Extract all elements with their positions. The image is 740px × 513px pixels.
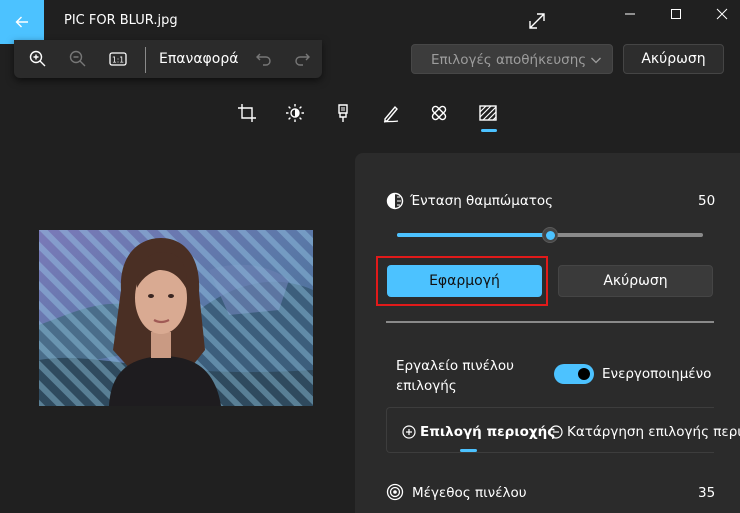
reset-button[interactable]: Επαναφορά <box>159 51 238 67</box>
cancel-button[interactable]: Ακύρωση <box>558 265 713 297</box>
undo-icon[interactable] <box>254 49 274 69</box>
toolbar-separator <box>145 47 146 73</box>
select-area-label: Επιλογή περιοχής <box>420 424 556 440</box>
add-circle-icon <box>402 425 416 439</box>
brush-size-icon <box>386 483 404 501</box>
blur-intensity-icon <box>386 192 404 210</box>
view-toolbar: 1:1 Επαναφορά <box>14 40 322 78</box>
expand-icon[interactable] <box>526 10 548 32</box>
svg-text:1:1: 1:1 <box>112 56 124 65</box>
brush-size-label: Μέγεθος πινέλου <box>412 485 527 501</box>
adjust-brightness-icon[interactable] <box>285 103 305 123</box>
blur-background-icon[interactable] <box>478 103 498 123</box>
slider-fill <box>397 233 550 237</box>
select-area-button[interactable]: Επιλογή περιοχής <box>402 424 555 440</box>
apply-button[interactable]: Εφαρμογή <box>387 265 542 297</box>
panel-divider <box>386 321 714 323</box>
minimize-button[interactable] <box>607 0 653 28</box>
deselect-area-label: Κατάργηση επιλογής περιοχής <box>567 424 740 440</box>
deselect-area-button[interactable]: Κατάργηση επιλογής περιοχής <box>549 424 740 440</box>
toggle-state-label: Ενεργοποιημένο <box>602 366 712 382</box>
markup-icon[interactable] <box>333 103 353 123</box>
zoom-out-icon[interactable] <box>68 49 88 69</box>
active-tool-indicator <box>481 129 497 132</box>
crop-icon[interactable] <box>237 103 257 123</box>
cancel-top-button[interactable]: Ακύρωση <box>623 44 724 74</box>
blur-intensity-label: Ένταση θαμπώματος <box>410 193 554 209</box>
photo-preview[interactable] <box>39 230 313 406</box>
photo-image <box>39 230 313 406</box>
title-bar: PIC FOR BLUR.jpg <box>0 0 740 44</box>
actual-size-icon[interactable]: 1:1 <box>108 49 128 69</box>
close-icon <box>716 8 728 20</box>
window-title: PIC FOR BLUR.jpg <box>64 13 178 28</box>
minimize-icon <box>625 13 635 15</box>
brush-size-value: 35 <box>698 485 716 501</box>
back-button[interactable] <box>0 0 44 44</box>
blur-intensity-value: 50 <box>698 193 716 209</box>
remove-circle-icon <box>549 425 563 439</box>
maximize-icon <box>671 9 681 19</box>
back-arrow-icon <box>15 16 28 28</box>
retouch-icon[interactable] <box>429 103 449 123</box>
slider-thumb[interactable] <box>542 227 558 243</box>
redo-icon[interactable] <box>292 49 312 69</box>
save-options-label: Επιλογές αποθήκευσης <box>431 52 587 68</box>
brush-tool-toggle[interactable] <box>554 364 594 384</box>
selected-mode-indicator <box>460 449 477 452</box>
brush-tool-label: Εργαλείο πινέλου επιλογής <box>396 358 514 394</box>
maximize-button[interactable] <box>653 0 699 28</box>
zoom-in-icon[interactable] <box>28 49 48 69</box>
draw-icon[interactable] <box>381 103 401 123</box>
chevron-down-icon <box>591 57 601 64</box>
save-options-button[interactable]: Επιλογές αποθήκευσης <box>411 44 613 74</box>
close-button[interactable] <box>699 0 740 28</box>
